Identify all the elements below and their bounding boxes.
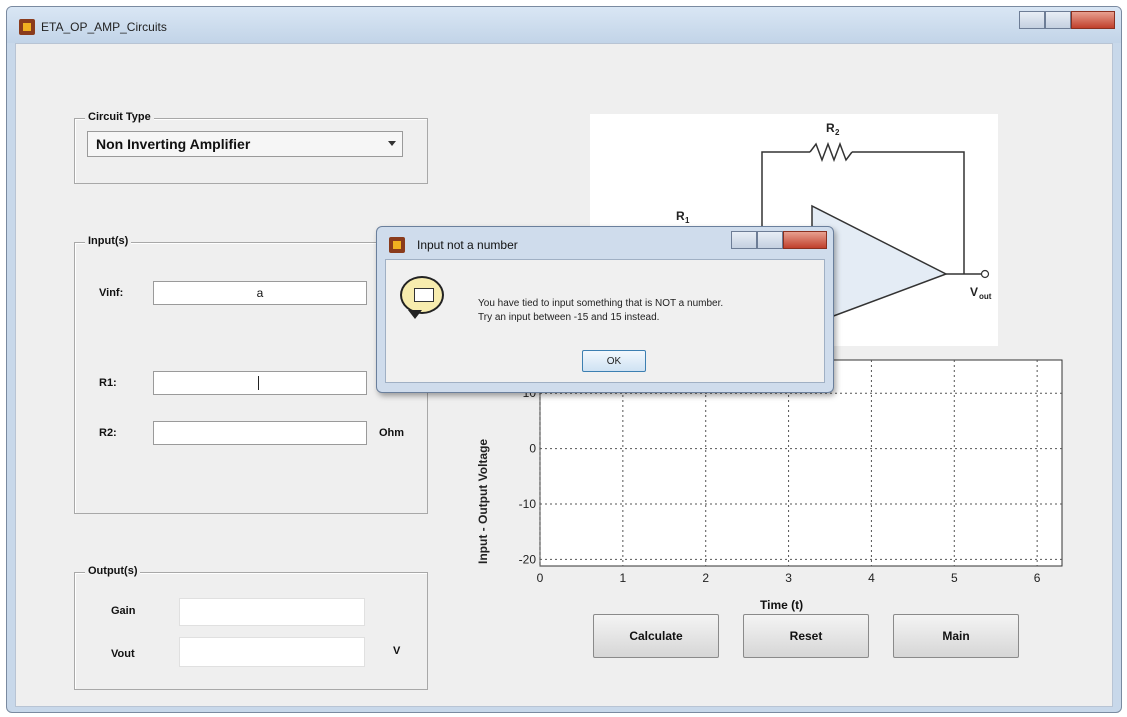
dialog-title: Input not a number xyxy=(417,238,518,252)
title-bar: ETA_OP_AMP_Circuits xyxy=(7,7,1121,43)
circuit-type-label: Circuit Type xyxy=(85,111,154,123)
circuit-type-value: Non Inverting Amplifier xyxy=(96,136,251,152)
r1-input[interactable] xyxy=(153,371,367,395)
dialog-maximize-button[interactable] xyxy=(757,231,783,249)
y-tick-label: -10 xyxy=(519,497,537,511)
error-dialog: Input not a number You have tied to inpu… xyxy=(376,226,834,393)
x-tick-label: 1 xyxy=(620,571,627,585)
dropdown-arrow-icon xyxy=(388,141,396,146)
matlab-icon xyxy=(389,237,405,253)
vout-unit: V xyxy=(393,645,401,657)
matlab-icon xyxy=(19,19,35,35)
dialog-window-controls xyxy=(731,231,827,249)
main-button[interactable]: Main xyxy=(893,614,1019,658)
help-icon xyxy=(400,276,444,314)
minimize-button[interactable] xyxy=(1019,11,1045,29)
y-tick-label: 0 xyxy=(529,442,536,456)
outputs-label: Output(s) xyxy=(85,565,141,577)
gain-output xyxy=(179,598,365,626)
x-tick-label: 5 xyxy=(951,571,958,585)
r1-label: R1: xyxy=(99,377,117,389)
reset-button[interactable]: Reset xyxy=(743,614,869,658)
dialog-minimize-button[interactable] xyxy=(731,231,757,249)
vout-output xyxy=(179,637,365,667)
dialog-message-line1: You have tied to input something that is… xyxy=(478,298,724,309)
calculate-button[interactable]: Calculate xyxy=(593,614,719,658)
x-tick-label: 3 xyxy=(785,571,792,585)
inputs-label: Input(s) xyxy=(85,235,132,247)
help-icon-tail xyxy=(408,310,422,319)
dialog-close-button[interactable] xyxy=(783,231,827,249)
dialog-message-line2: Try an input between -15 and 15 instead. xyxy=(478,312,660,323)
r2-symbol: R xyxy=(826,121,835,135)
x-tick-label: 4 xyxy=(868,571,875,585)
dialog-body: You have tied to input something that is… xyxy=(385,259,825,383)
svg-text:2: 2 xyxy=(835,128,840,137)
plot-ylabel: Input - Output Voltage xyxy=(476,438,490,564)
r1-symbol: R xyxy=(676,209,685,223)
gain-label: Gain xyxy=(111,605,136,617)
x-tick-label: 0 xyxy=(537,571,544,585)
r2-input[interactable] xyxy=(153,421,367,445)
ok-button[interactable]: OK xyxy=(582,350,646,372)
close-button[interactable] xyxy=(1071,11,1115,29)
circuit-type-panel: Circuit Type Non Inverting Amplifier xyxy=(74,111,428,184)
vin-input[interactable]: a xyxy=(153,281,367,305)
y-tick-label: -20 xyxy=(519,552,537,566)
svg-text:out: out xyxy=(979,292,992,301)
x-tick-label: 2 xyxy=(702,571,709,585)
outputs-panel: Output(s) Gain Vout V xyxy=(74,565,428,690)
svg-text:1: 1 xyxy=(685,216,690,225)
x-tick-label: 6 xyxy=(1034,571,1041,585)
text-cursor xyxy=(258,376,259,390)
inputs-panel: Input(s) Vinf: a R1: R2: Ohm xyxy=(74,235,428,514)
window-controls xyxy=(1019,11,1115,29)
vin-label: Vinf: xyxy=(99,287,124,299)
window-title: ETA_OP_AMP_Circuits xyxy=(41,20,167,34)
r2-label: R2: xyxy=(99,427,117,439)
vout-symbol: V xyxy=(970,285,978,299)
r2-unit: Ohm xyxy=(379,427,405,439)
plot-xlabel: Time (t) xyxy=(760,598,804,612)
circuit-type-dropdown[interactable]: Non Inverting Amplifier xyxy=(87,131,403,157)
vout-label: Vout xyxy=(111,648,135,660)
maximize-button[interactable] xyxy=(1045,11,1071,29)
app-window: ETA_OP_AMP_Circuits Circuit Type Non Inv… xyxy=(6,6,1122,713)
